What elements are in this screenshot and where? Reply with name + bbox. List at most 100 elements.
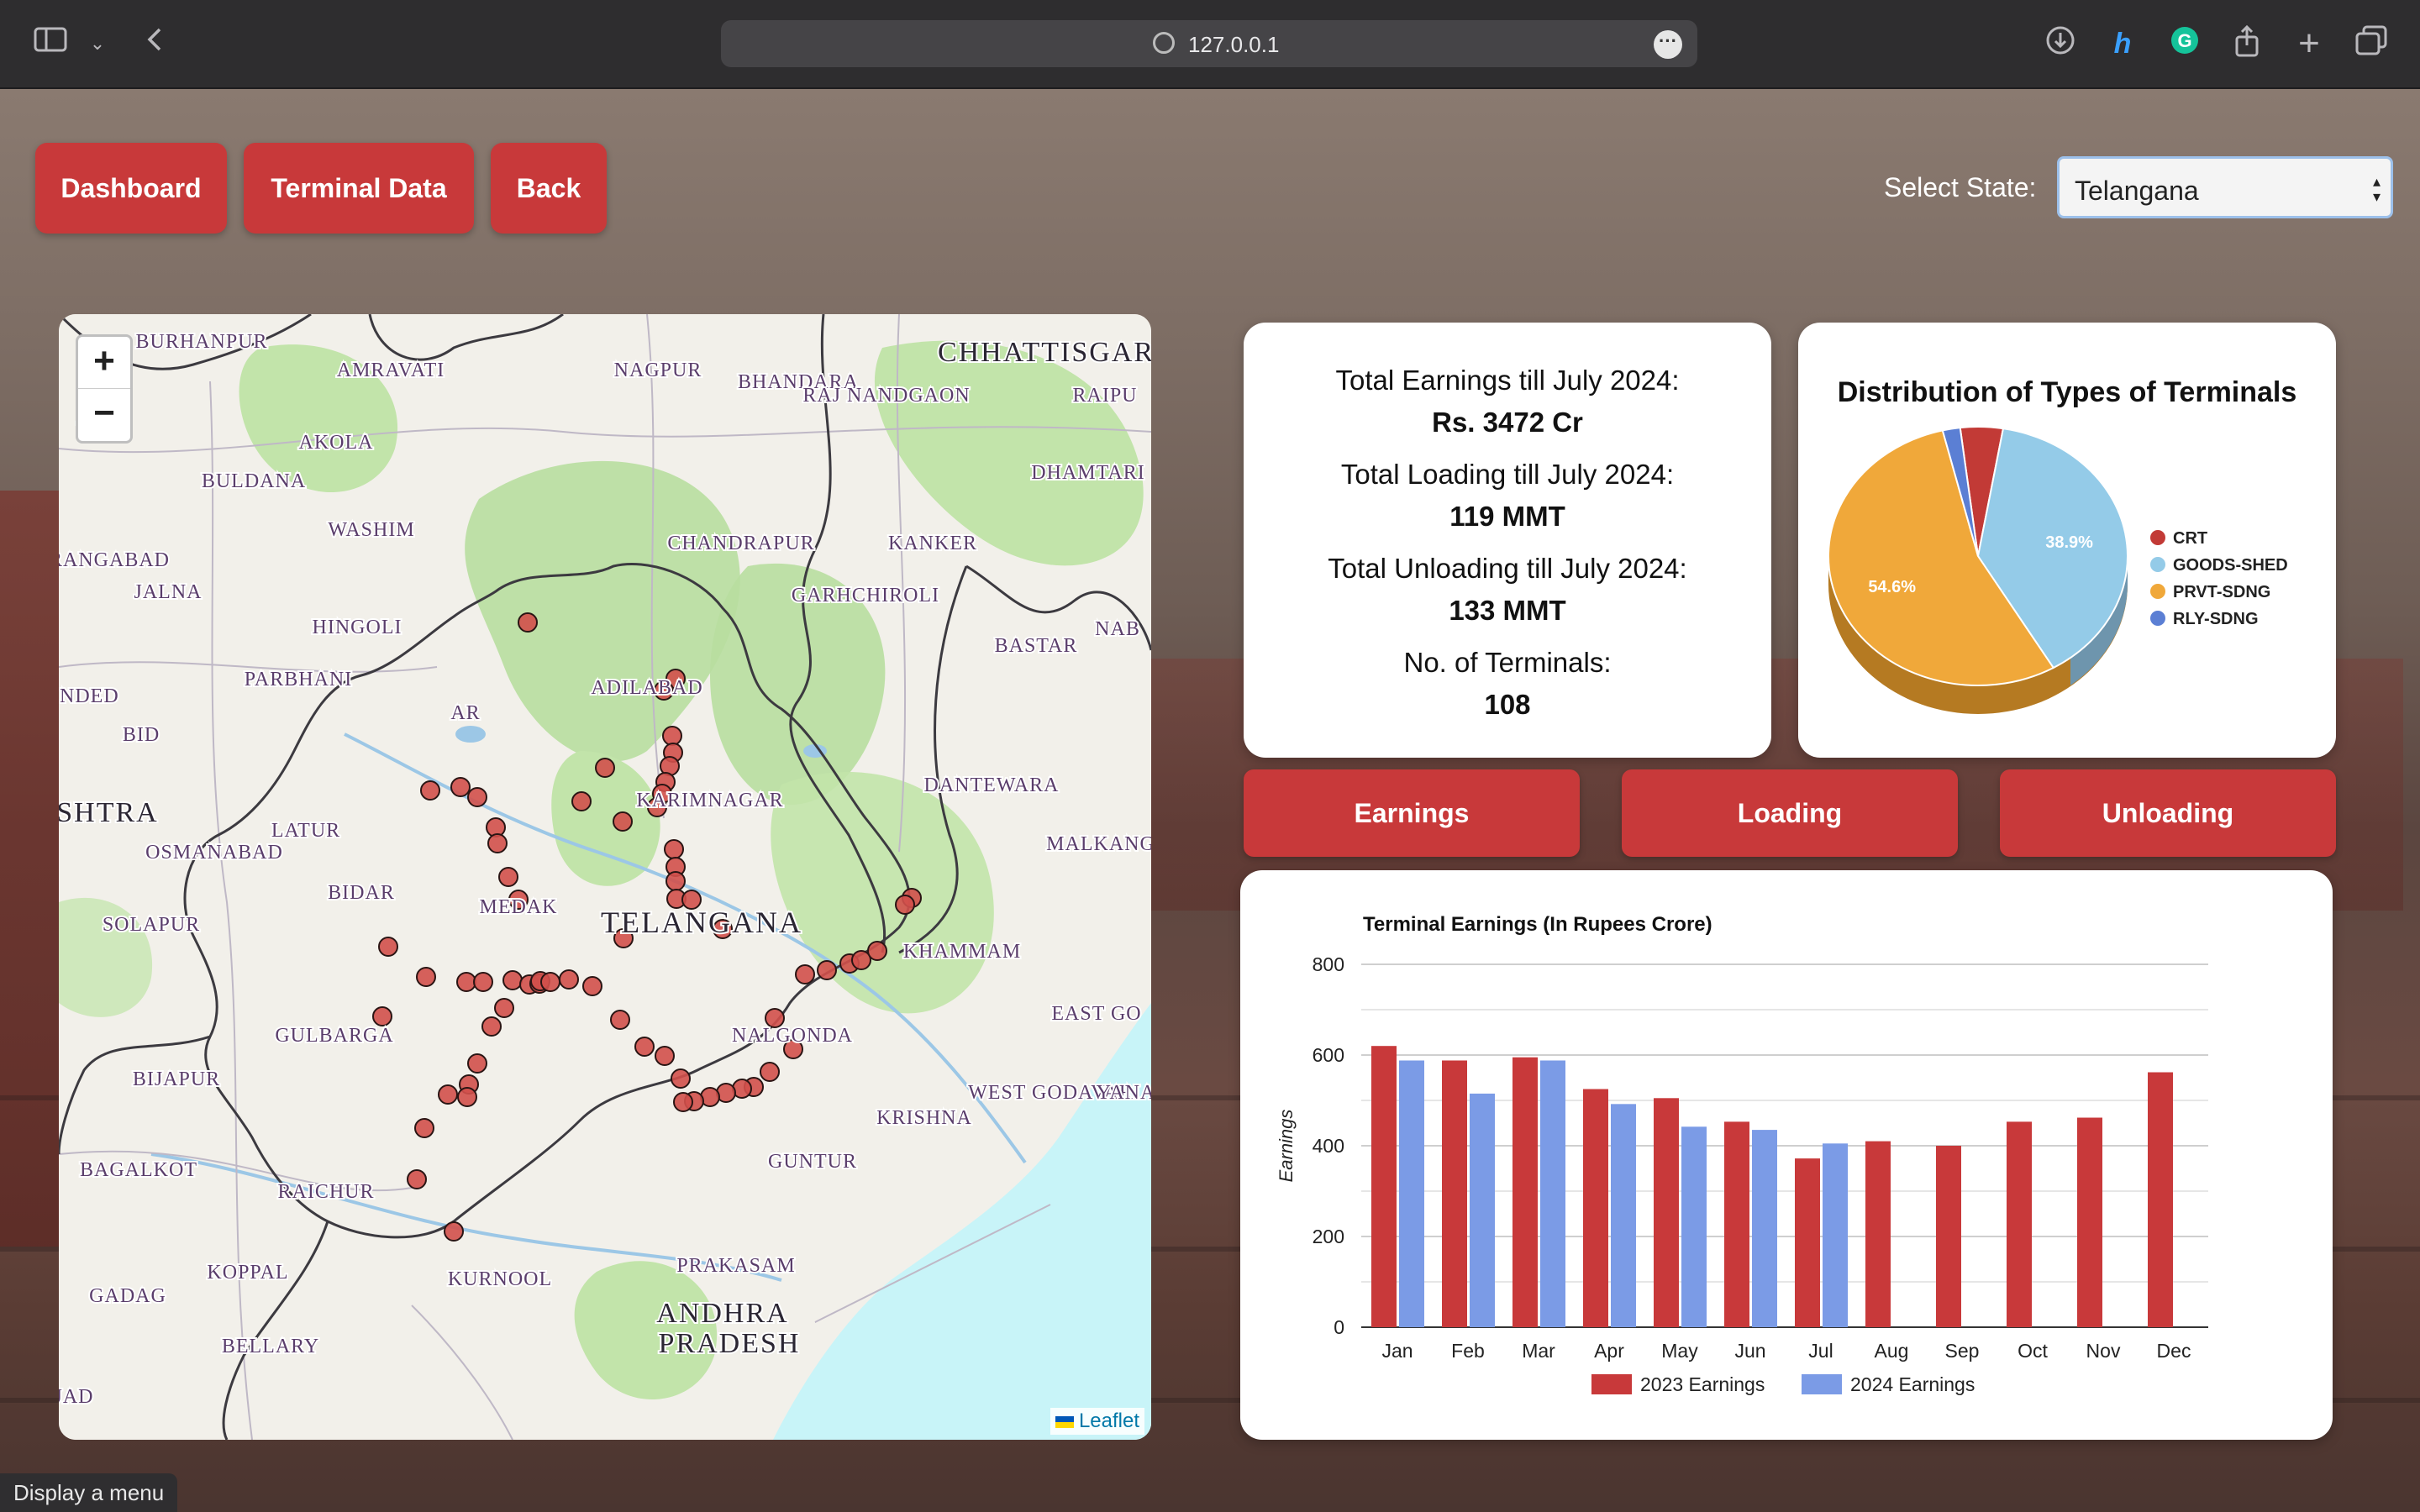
terminal-marker[interactable]: [647, 797, 667, 817]
bar-2023-nov[interactable]: [2077, 1117, 2102, 1327]
terminal-marker[interactable]: [655, 1046, 675, 1066]
terminal-marker[interactable]: [467, 1053, 487, 1074]
unloading-tab[interactable]: Unloading: [2000, 769, 2336, 857]
terminal-marker[interactable]: [571, 791, 592, 811]
zoom-in-button[interactable]: +: [78, 337, 130, 389]
terminal-marker[interactable]: [444, 1221, 464, 1242]
address-bar[interactable]: 127.0.0.1 ···: [721, 20, 1697, 67]
x-tick-label: May: [1661, 1340, 1698, 1362]
back-icon[interactable]: [134, 25, 175, 62]
bar-2024-apr[interactable]: [1611, 1104, 1636, 1327]
terminal-marker[interactable]: [760, 1062, 780, 1082]
terminal-marker[interactable]: [456, 972, 476, 992]
map-tiles[interactable]: [59, 314, 1151, 1440]
terminal-marker[interactable]: [438, 1084, 458, 1105]
bar-2023-apr[interactable]: [1583, 1089, 1608, 1328]
loading-tab[interactable]: Loading: [1622, 769, 1958, 857]
terminal-marker[interactable]: [372, 1006, 392, 1026]
terminal-marker[interactable]: [613, 811, 633, 832]
terminal-marker[interactable]: [378, 937, 398, 957]
terminal-marker[interactable]: [450, 777, 471, 797]
grammarly-icon[interactable]: G: [2165, 25, 2205, 65]
terminal-marker[interactable]: [582, 976, 602, 996]
bar-2023-aug[interactable]: [1865, 1141, 1891, 1327]
terminal-marker[interactable]: [634, 1037, 655, 1057]
terminal-marker[interactable]: [681, 890, 702, 910]
terminal-marker[interactable]: [407, 1169, 427, 1189]
globe-icon: [1153, 32, 1175, 54]
download-icon[interactable]: [2040, 25, 2081, 65]
share-icon[interactable]: [2227, 24, 2267, 66]
bar-2023-jul[interactable]: [1795, 1158, 1820, 1327]
bar-2024-feb[interactable]: [1470, 1093, 1495, 1327]
tabs-overview-icon[interactable]: [2351, 25, 2391, 65]
bar-2024-jul[interactable]: [1823, 1143, 1848, 1327]
bar-2023-mar[interactable]: [1512, 1057, 1538, 1327]
bar-2024-jun[interactable]: [1752, 1130, 1777, 1327]
terminal-marker[interactable]: [473, 972, 493, 992]
bar-2023-may[interactable]: [1654, 1098, 1679, 1327]
terminal-map[interactable]: BURHANPUR AMRAVATI NAGPUR BHANDARA CHHATTISG…: [59, 314, 1151, 1440]
earnings-tab[interactable]: Earnings: [1244, 769, 1580, 857]
terminal-marker[interactable]: [654, 680, 674, 701]
terminal-marker[interactable]: [867, 941, 887, 961]
terminal-marker[interactable]: [498, 867, 518, 887]
honey-icon[interactable]: h: [2102, 25, 2143, 62]
sidebar-icon[interactable]: [30, 25, 71, 62]
terminal-marker[interactable]: [817, 960, 837, 980]
bar-2023-dec[interactable]: [2148, 1072, 2173, 1327]
terminal-marker[interactable]: [487, 833, 508, 853]
select-arrows-icon: ▴ ▾: [2372, 173, 2381, 205]
terminal-earnings-bar-chart[interactable]: Terminal Earnings (In Rupees Crore) 0 200 4…: [1240, 870, 2333, 1440]
terminal-marker[interactable]: [595, 758, 615, 778]
terminal-data-button[interactable]: Terminal Data: [244, 143, 474, 234]
terminal-marker[interactable]: [795, 964, 815, 984]
dashboard-button[interactable]: Dashboard: [35, 143, 227, 234]
terminal-marker[interactable]: [540, 972, 560, 992]
terminal-marker[interactable]: [673, 1092, 693, 1112]
terminal-marker[interactable]: [518, 612, 538, 633]
bar-2024-may[interactable]: [1681, 1126, 1707, 1327]
more-options-icon[interactable]: ···: [1654, 30, 1682, 59]
summary-card: Total Earnings till July 2024: Rs. 3472 …: [1244, 323, 1771, 758]
terminal-marker[interactable]: [481, 1016, 502, 1037]
terminal-marker[interactable]: [559, 969, 579, 990]
terminal-marker[interactable]: [713, 919, 733, 939]
bar-2024-mar[interactable]: [1540, 1060, 1565, 1327]
terminal-marker[interactable]: [783, 1039, 803, 1059]
terminal-types-pie-chart[interactable]: Distribution of Types of Terminals 38.9% 5…: [1798, 323, 2336, 758]
terminal-marker[interactable]: [420, 780, 440, 801]
ukraine-flag-icon: [1055, 1415, 1074, 1428]
terminal-marker[interactable]: [494, 998, 514, 1018]
attribution-link[interactable]: Leaflet: [1079, 1410, 1139, 1432]
back-button[interactable]: Back: [491, 143, 607, 234]
leaflet-attribution[interactable]: Leaflet: [1050, 1408, 1144, 1435]
pie-slice-label: 38.9%: [2045, 533, 2093, 552]
terminal-marker[interactable]: [457, 1087, 477, 1107]
chevron-down-icon[interactable]: ⌄: [77, 25, 118, 62]
terminal-marker[interactable]: [416, 967, 436, 987]
terminal-marker[interactable]: [610, 1010, 630, 1030]
terminal-marker[interactable]: [414, 1118, 434, 1138]
terminal-marker[interactable]: [467, 787, 487, 807]
bar-2024-jan[interactable]: [1399, 1060, 1424, 1327]
terminal-marker[interactable]: [765, 1008, 785, 1028]
terminal-marker[interactable]: [613, 928, 634, 948]
terminal-marker[interactable]: [662, 726, 682, 746]
bar-2023-sep[interactable]: [1936, 1146, 1961, 1327]
y-tick-label: 0: [1334, 1316, 1344, 1338]
terminal-marker[interactable]: [671, 1068, 691, 1089]
bar-2023-oct[interactable]: [2007, 1121, 2032, 1327]
terminal-marker[interactable]: [664, 839, 684, 859]
terminal-marker[interactable]: [508, 890, 529, 910]
bar-2023-feb[interactable]: [1442, 1060, 1467, 1327]
new-tab-icon[interactable]: +: [2289, 25, 2329, 62]
terminal-marker[interactable]: [895, 895, 915, 915]
zoom-out-button[interactable]: −: [78, 389, 130, 440]
terminal-marker[interactable]: [502, 970, 523, 990]
pie-chart-title: Distribution of Types of Terminals: [1838, 376, 2297, 408]
bar-2023-jun[interactable]: [1724, 1121, 1749, 1327]
bar-2023-jan[interactable]: [1371, 1046, 1397, 1327]
terminal-marker[interactable]: [666, 871, 686, 891]
state-select[interactable]: Telangana ▴ ▾: [2057, 156, 2393, 218]
